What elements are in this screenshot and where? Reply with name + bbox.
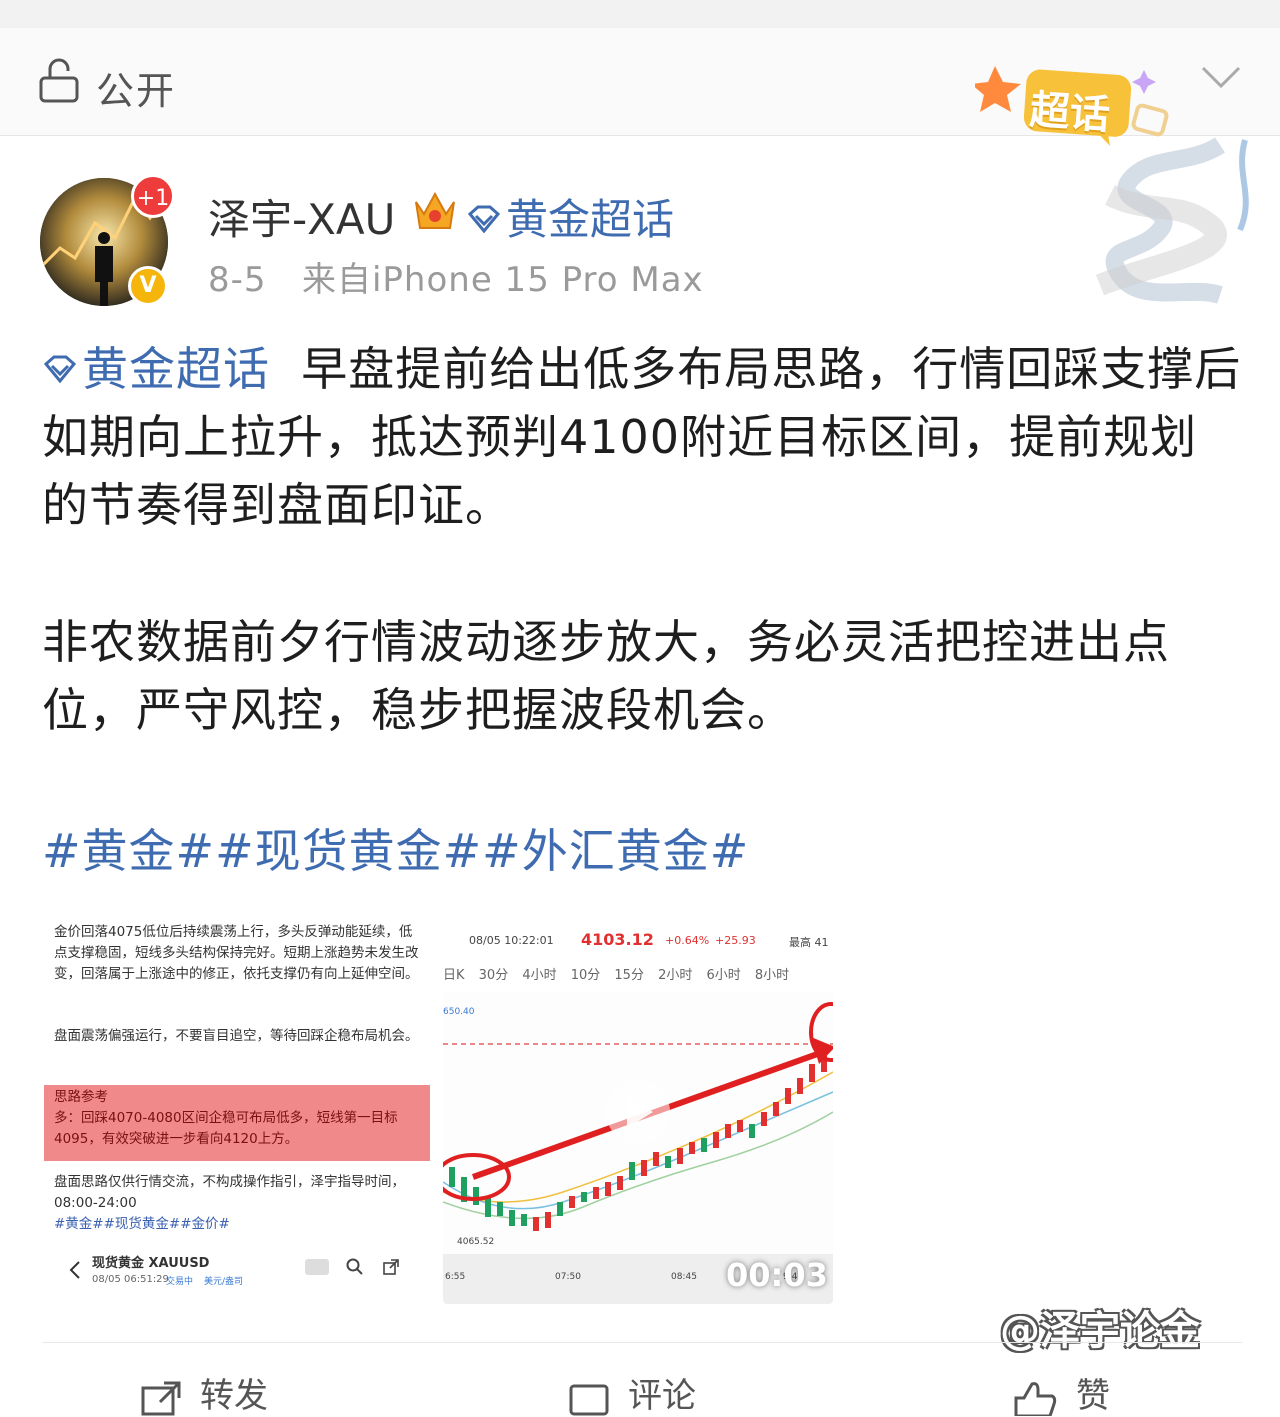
post-topic-link[interactable]: 黄金超话 xyxy=(42,342,270,396)
status-strip xyxy=(0,0,1280,28)
video-time: 08/05 10:22:01 xyxy=(469,934,554,947)
image1-tags: #黄金##现货黄金##金价# xyxy=(54,1216,230,1232)
video-x-label-2: 07:50 xyxy=(555,1272,581,1282)
pro-icon xyxy=(305,1259,329,1275)
visibility-label[interactable]: 公开 xyxy=(96,60,176,115)
image1-app-time: 08/05 06:51:29 xyxy=(92,1274,169,1285)
post-paragraph-2: 非农数据前夕行情波动逐步放大，务必灵活把控进出点位，严守风控，稳步把握波段机会。 xyxy=(42,615,1170,737)
image1-box-text: 多：回踩4070-4080区间企稳可布局低多，短线第一目标4095，有效突破进一… xyxy=(54,1110,398,1147)
unlock-icon xyxy=(39,58,79,103)
video-pct: +0.64% xyxy=(665,934,710,947)
image1-app-tag2: 美元/盎司 xyxy=(204,1277,244,1287)
like-icon xyxy=(1014,1381,1057,1417)
author-topic-label: 黄金超话 xyxy=(506,195,675,244)
video-x-label-3: 08:45 xyxy=(671,1272,697,1282)
post-meta: 8-5 来自iPhone 15 Pro Max xyxy=(208,252,704,301)
image1-app-tag1: 交易中 xyxy=(166,1277,194,1287)
post-topic-label: 黄金超话 xyxy=(82,342,270,396)
weibo-watermark: @泽宇论金 xyxy=(1000,1308,1200,1354)
video-chg: +25.93 xyxy=(715,934,756,947)
post-date: 8-5 xyxy=(208,260,267,300)
video-high: 最高 41 xyxy=(789,936,829,949)
image1-app-title: 现货黄金 XAUUSD xyxy=(92,1256,210,1271)
action-divider xyxy=(42,1342,1242,1343)
diamond-icon xyxy=(467,205,501,233)
image1-paragraph-3: 盘面思路仅供行情交流，不构成操作指引，泽宇指导时间，08:00-24:00 xyxy=(54,1174,405,1211)
verified-badge: V xyxy=(128,266,168,306)
image1-paragraph-1: 金价回落4075低位后持续震荡上行，多头反弹动能延续，低点支撑稳固，短线多头结构… xyxy=(54,924,419,982)
video-x-label-1: 6:55 xyxy=(445,1272,465,1282)
repost-label: 转发 xyxy=(200,1376,268,1416)
image1-app-bar: 现货黄金 XAUUSD 08/05 06:51:29 交易中 美元/盎司 xyxy=(42,1246,434,1304)
comment-icon xyxy=(569,1384,609,1415)
crown-icon xyxy=(415,191,455,229)
chevron-down-icon[interactable] xyxy=(1200,62,1242,92)
diamond-icon xyxy=(43,355,77,383)
post-image-1[interactable]: 金价回落4075低位后持续震荡上行，多头反弹动能延续，低点支撑稳固，短线多头结构… xyxy=(42,910,434,1304)
image1-paragraph-2: 盘面震荡偏强运行，不要盲目追空，等待回踩企稳布局机会。 xyxy=(54,1028,419,1044)
image1-strategy-box: 思路参考 多：回踩4070-4080区间企稳可布局低多，短线第一目标4095，有… xyxy=(44,1085,430,1161)
like-label: 赞 xyxy=(1076,1376,1110,1416)
video-level-top: 650.40 xyxy=(443,1007,475,1017)
decorative-scribble xyxy=(1095,137,1249,304)
video-duration: 00:03 xyxy=(726,1256,828,1294)
comment-label: 评论 xyxy=(628,1376,696,1416)
author-topic-link[interactable]: 黄金超话 xyxy=(466,186,674,247)
super-topic-badge-label: 超话 xyxy=(1028,87,1112,139)
video-chart-header: 08/05 10:22:01 4103.12 +0.64% +25.93 最高 … xyxy=(443,922,833,958)
post-video[interactable]: 08/05 10:22:01 4103.12 +0.64% +25.93 最高 … xyxy=(443,922,833,1304)
post-hashtags[interactable]: #黄金##现货黄金##外汇黄金# xyxy=(42,815,749,881)
video-price: 4103.12 xyxy=(581,930,654,949)
repost-icon xyxy=(141,1381,181,1415)
post-body: 黄金超话 早盘提前给出低多布局思路，行情回踩支撑后如期向上拉升，抵达预判4100… xyxy=(42,335,1242,539)
post-source: 来自iPhone 15 Pro Max xyxy=(301,260,704,300)
image1-box-title: 思路参考 xyxy=(54,1089,108,1105)
share-icon xyxy=(383,1259,399,1275)
notification-badge: +1 xyxy=(131,174,175,218)
back-icon xyxy=(69,1261,80,1279)
author-name[interactable]: 泽宇-XAU xyxy=(208,186,395,247)
video-timeframes: 日K 30分 4小时 10分 15分 2小时 6小时 8小时 xyxy=(443,968,790,983)
search-icon xyxy=(346,1258,363,1275)
video-level-low: 4065.52 xyxy=(457,1237,494,1247)
